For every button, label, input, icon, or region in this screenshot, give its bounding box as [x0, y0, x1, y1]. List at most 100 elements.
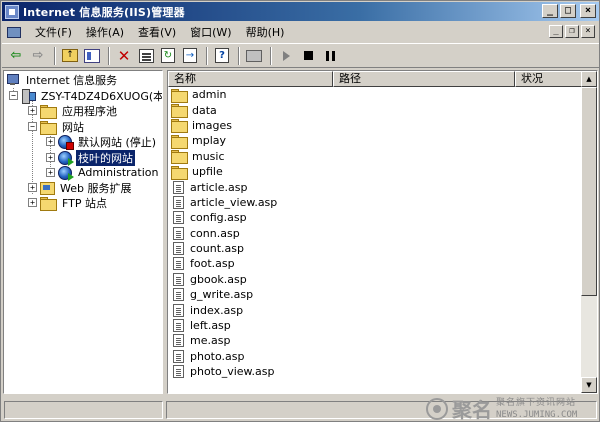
- website-running-icon: [58, 150, 74, 166]
- tree-item-server[interactable]: − ZSY-T4DZ4D6XUOG(本地计: [9, 88, 162, 104]
- expand-icon[interactable]: +: [46, 153, 55, 162]
- list-item-label: index.asp: [190, 303, 244, 317]
- list-item-label: g_write.asp: [190, 288, 254, 302]
- folder-icon: [171, 134, 188, 149]
- tree-item-zhiye-site[interactable]: + 枝叶的网站: [46, 149, 135, 166]
- title-bar[interactable]: Internet 信息服务(IIS)管理器 _ □ ×: [2, 2, 599, 21]
- list-item[interactable]: g_write.asp: [168, 287, 582, 302]
- list-item[interactable]: me.asp: [168, 333, 582, 348]
- expand-icon[interactable]: +: [28, 183, 37, 192]
- pause-button[interactable]: [320, 46, 340, 66]
- delete-button[interactable]: ✕: [114, 46, 134, 66]
- juming-logo-icon: [426, 397, 448, 420]
- list-item[interactable]: foot.asp: [168, 256, 582, 271]
- expand-icon[interactable]: +: [46, 168, 55, 177]
- expand-icon[interactable]: +: [46, 137, 55, 146]
- list-item[interactable]: article.asp: [168, 179, 582, 194]
- tree-item-websites[interactable]: − 网站: [28, 119, 86, 135]
- expand-icon[interactable]: +: [28, 198, 37, 207]
- list-item-label: upfile: [192, 165, 223, 179]
- list-item-label: images: [192, 118, 232, 132]
- help-button[interactable]: ?: [212, 46, 232, 66]
- list-item[interactable]: index.asp: [168, 302, 582, 317]
- refresh-icon: ↻: [161, 48, 175, 63]
- properties-button[interactable]: [136, 46, 156, 66]
- menu-help[interactable]: 帮助(H): [239, 24, 292, 40]
- console-icon[interactable]: [6, 25, 22, 39]
- tree-item-label: Internet 信息服务: [26, 73, 118, 87]
- tree-item-ftp-sites[interactable]: + FTP 站点: [28, 195, 109, 211]
- maximize-button[interactable]: □: [560, 4, 576, 18]
- tree-item-web-extensions[interactable]: + Web 服务扩展: [28, 180, 133, 195]
- show-tree-icon: [84, 48, 100, 63]
- file-icon: [173, 334, 184, 348]
- list-item[interactable]: admin: [168, 87, 582, 103]
- website-stopped-icon: [58, 134, 74, 150]
- export-list-icon: →: [183, 48, 197, 63]
- folder-open-icon: [40, 120, 57, 135]
- list-pane[interactable]: 名称 路径 状况 admin data images mplay music upfile…: [167, 70, 598, 394]
- tree-item-administration[interactable]: + Administration: [46, 165, 161, 181]
- tree-item-app-pools[interactable]: + 应用程序池: [28, 103, 119, 119]
- list-item[interactable]: data: [168, 102, 582, 119]
- show-tree-button[interactable]: [82, 46, 102, 66]
- folder-icon: [171, 88, 188, 103]
- list-item[interactable]: count.asp: [168, 241, 582, 256]
- vertical-scrollbar[interactable]: ▲ ▼: [581, 71, 597, 393]
- list-item[interactable]: conn.asp: [168, 226, 582, 241]
- list-item[interactable]: images: [168, 118, 582, 134]
- list-item-label: conn.asp: [190, 226, 240, 240]
- tree-item-label: ZSY-T4DZ4D6XUOG(本地计: [41, 89, 162, 103]
- back-button[interactable]: ⇦: [6, 46, 26, 66]
- expand-icon[interactable]: +: [28, 106, 37, 115]
- collapse-icon[interactable]: −: [9, 91, 18, 100]
- list-item[interactable]: mplay: [168, 133, 582, 149]
- close-button[interactable]: ×: [580, 4, 596, 18]
- list-item[interactable]: config.asp: [168, 210, 582, 225]
- list-item[interactable]: left.asp: [168, 318, 582, 333]
- menu-bar: 文件(F) 操作(A) 查看(V) 窗口(W) 帮助(H) _ ❐ ×: [2, 22, 599, 42]
- list-item[interactable]: article_view.asp: [168, 195, 582, 210]
- column-header-path[interactable]: 路径: [333, 71, 515, 87]
- collapse-icon[interactable]: −: [28, 122, 37, 131]
- list-item[interactable]: gbook.asp: [168, 272, 582, 287]
- start-button[interactable]: [276, 46, 296, 66]
- list-item[interactable]: photo_view.asp: [168, 364, 582, 379]
- scroll-thumb[interactable]: [581, 87, 597, 296]
- tree-pane[interactable]: Internet 信息服务 − ZSY-T4DZ4D6XUOG(本地计 + 应用…: [3, 70, 163, 394]
- file-icon: [173, 211, 184, 225]
- menu-window[interactable]: 窗口(W): [183, 24, 238, 40]
- mdi-restore-button[interactable]: ❐: [565, 25, 579, 38]
- menu-file[interactable]: 文件(F): [28, 24, 79, 40]
- scroll-up-button[interactable]: ▲: [581, 71, 597, 87]
- iis-app-icon[interactable]: [5, 4, 19, 19]
- export-list-button[interactable]: →: [180, 46, 200, 66]
- window-controls: _ □ ×: [542, 4, 596, 18]
- minimize-button[interactable]: _: [542, 4, 558, 18]
- tree-item-label: 默认网站 (停止): [78, 135, 157, 149]
- tree-item-iis-root[interactable]: Internet 信息服务: [6, 72, 119, 87]
- watermark: 聚名 聚名旗下资讯网站 NEWS.JUMING.COM: [426, 394, 600, 422]
- mdi-minimize-button[interactable]: _: [549, 25, 563, 38]
- forward-button[interactable]: ⇨: [28, 46, 48, 66]
- computer-button[interactable]: [244, 46, 264, 66]
- list-item-label: photo.asp: [190, 349, 245, 363]
- list-item[interactable]: music: [168, 149, 582, 165]
- file-icon: [173, 303, 184, 317]
- tree-item-default-site[interactable]: + 默认网站 (停止): [46, 134, 158, 150]
- list-item-label: music: [192, 149, 225, 163]
- scroll-down-button[interactable]: ▼: [581, 377, 597, 393]
- menu-action[interactable]: 操作(A): [79, 24, 131, 40]
- list-item[interactable]: upfile: [168, 164, 582, 180]
- list-item[interactable]: photo.asp: [168, 349, 582, 364]
- stop-button[interactable]: [298, 46, 318, 66]
- column-header-status[interactable]: 状况: [515, 71, 582, 87]
- toolbar: ⇦ ⇨ ↑ ✕ ↻ → ?: [2, 43, 599, 68]
- refresh-button[interactable]: ↻: [158, 46, 178, 66]
- status-panel: [4, 401, 164, 419]
- column-header-name[interactable]: 名称: [168, 71, 333, 87]
- up-button[interactable]: ↑: [60, 46, 80, 66]
- menu-view[interactable]: 查看(V): [131, 24, 183, 40]
- mdi-close-button[interactable]: ×: [581, 25, 595, 38]
- file-icon: [173, 257, 184, 271]
